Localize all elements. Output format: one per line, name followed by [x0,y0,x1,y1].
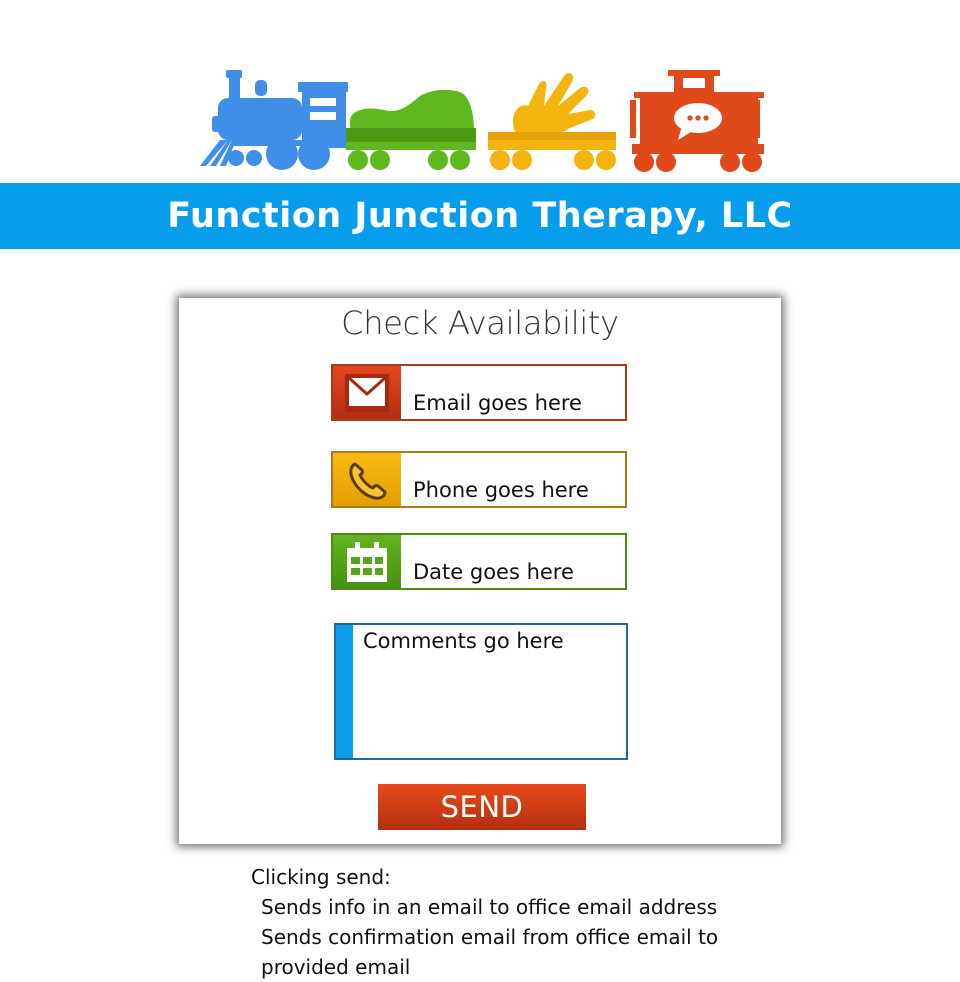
brand-name: Function Junction Therapy, LLC [167,196,793,236]
send-button[interactable]: SEND [378,784,586,830]
shoe-car-icon [346,89,476,170]
brand-banner: Function Junction Therapy, LLC [0,183,960,249]
calendar-icon [333,535,401,588]
train-logo [200,70,764,172]
date-input[interactable] [401,535,625,588]
phone-icon [333,453,401,506]
notes-heading: Clicking send: [251,865,391,889]
comments-accent-stripe [336,625,353,758]
locomotive-icon [200,70,348,170]
phone-field [331,451,627,508]
envelope-icon [333,366,401,419]
date-field [331,533,627,590]
notes-line: Sends confirmation email from office ema… [261,925,719,949]
notes-line: provided email [261,955,411,979]
caboose-speech-icon [630,70,764,172]
form-title: Check Availability [341,304,619,342]
email-field [331,364,627,421]
comments-textarea[interactable] [353,625,626,758]
send-notes: Clicking send: Sends info in an email to… [251,862,771,982]
comments-field [334,623,628,760]
hand-car-icon [488,73,616,170]
notes-line: Sends info in an email to office email a… [261,895,718,919]
email-input[interactable] [401,366,625,419]
phone-input[interactable] [401,453,625,506]
